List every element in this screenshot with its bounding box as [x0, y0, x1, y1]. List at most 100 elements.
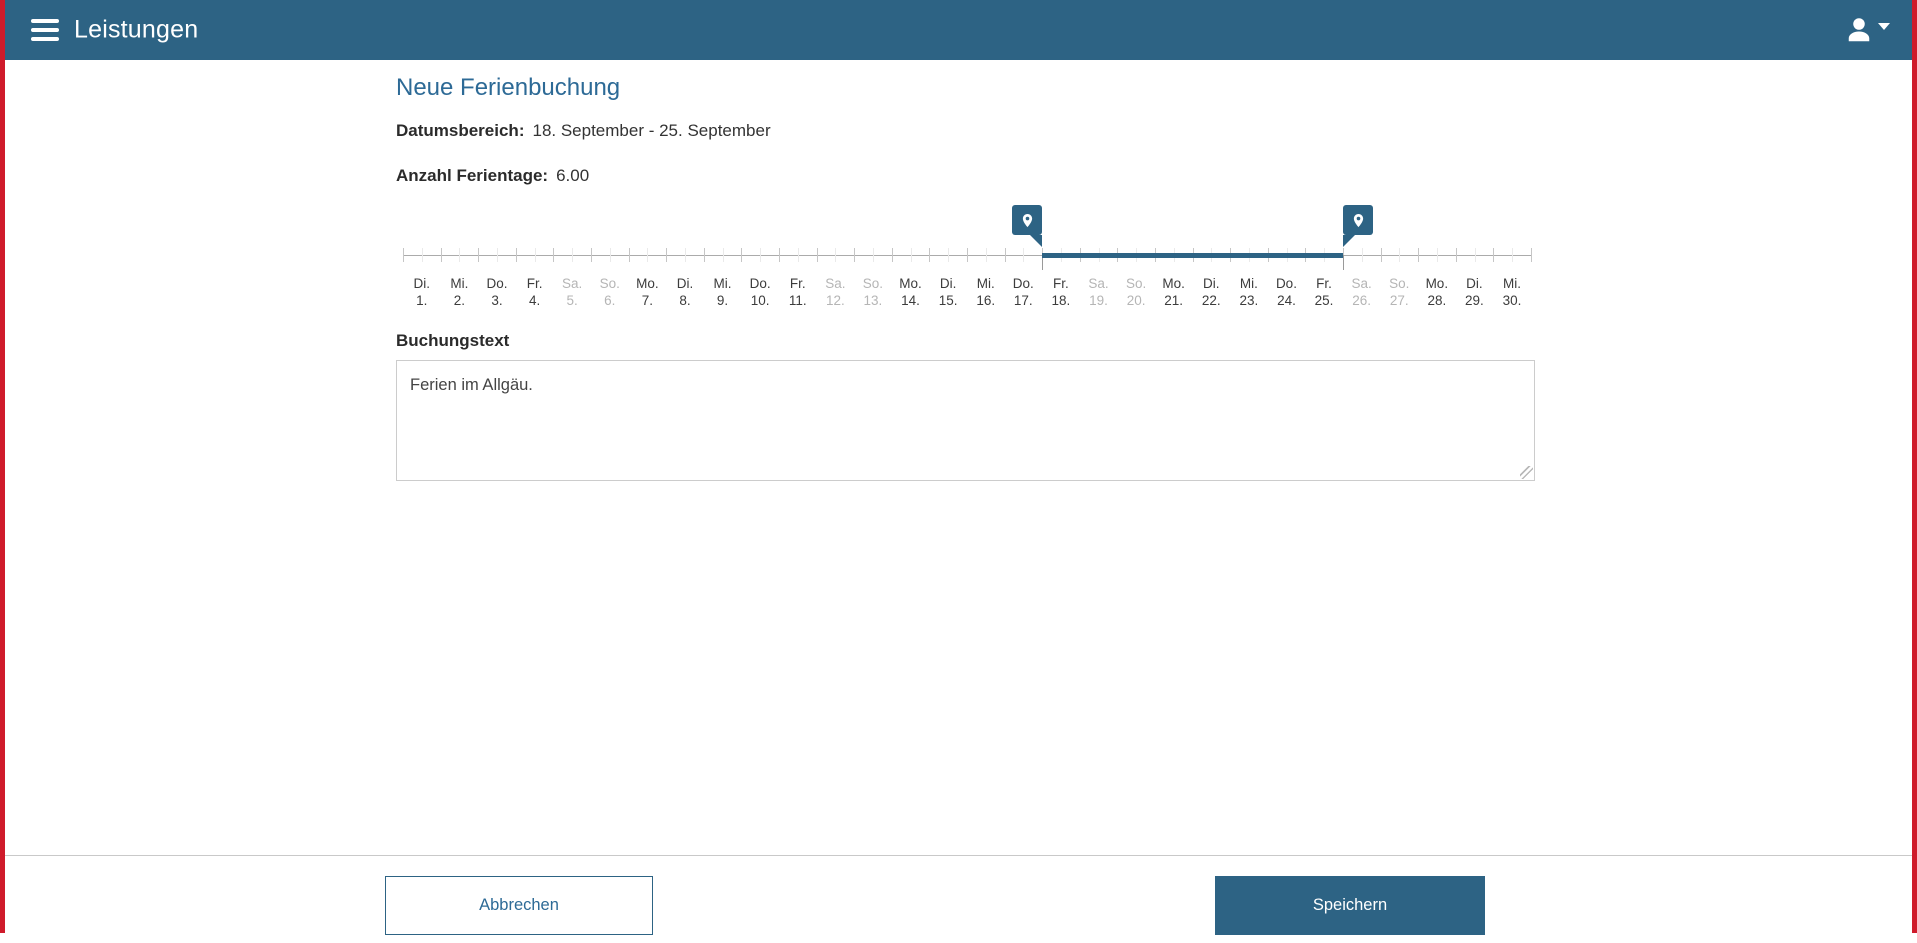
half-day-tick — [647, 248, 649, 262]
day-boundary-tick — [553, 248, 555, 262]
day-label: Di. 15. — [938, 276, 958, 308]
page-title: Neue Ferienbuchung — [396, 74, 621, 101]
date-slider[interactable]: Di. 1. Mi. 2. Do. 3. Fr. 4. Sa. 5. So. 6. Mo. 7. Di. 8.… — [403, 205, 1532, 311]
save-button[interactable]: Speichern — [1215, 876, 1485, 935]
day-label: Mi. 16. — [976, 276, 996, 308]
day-label: Mo. 28. — [1425, 276, 1449, 308]
range-start-handle[interactable] — [1012, 205, 1043, 247]
half-day-tick — [948, 248, 950, 262]
half-day-tick — [1474, 248, 1476, 262]
day-label: Sa. 19. — [1088, 276, 1109, 308]
user-icon — [1844, 15, 1874, 45]
day-label: Fr. 11. — [788, 276, 807, 308]
half-day-tick — [1023, 248, 1025, 262]
day-label: Do. 17. — [1012, 276, 1034, 308]
day-boundary-tick — [666, 248, 668, 262]
day-label: Mi. 30. — [1502, 276, 1522, 308]
day-label: So. 27. — [1389, 276, 1410, 308]
day-boundary-tick — [967, 248, 968, 262]
date-range-value: 18. September - 25. September — [532, 121, 771, 140]
half-day-tick — [609, 248, 611, 262]
half-day-tick — [1437, 248, 1438, 262]
day-boundary-tick — [816, 248, 818, 262]
day-label: Sa. 12. — [825, 276, 846, 308]
vacation-days-line: Anzahl Ferientage: 6.00 — [396, 166, 589, 186]
day-label: Di. 29. — [1465, 276, 1484, 308]
day-boundary-tick — [929, 248, 931, 262]
day-label: Mo. 14. — [899, 276, 922, 308]
booking-text-input[interactable]: Ferien im Allgäu. — [396, 360, 1535, 481]
day-label: Fr. 18. — [1051, 276, 1071, 308]
booking-text-label: Buchungstext — [396, 331, 510, 350]
menu-icon-bar — [31, 28, 59, 32]
slider-track[interactable] — [403, 248, 1532, 270]
day-boundary-tick — [403, 248, 404, 262]
day-label: Sa. 26. — [1351, 276, 1372, 308]
day-label: So. 13. — [862, 276, 884, 308]
day-boundary-tick — [1004, 248, 1006, 262]
half-day-tick — [534, 248, 536, 262]
menu-icon-bar — [31, 37, 59, 41]
day-boundary-tick — [1493, 248, 1495, 262]
day-label: Sa. 5. — [562, 276, 583, 308]
day-label: Do. 24. — [1275, 276, 1297, 308]
selection-end-tick — [1343, 255, 1344, 270]
app-title: Leistungen — [74, 15, 199, 44]
day-boundary-tick — [854, 248, 856, 262]
header-bar: Leistungen — [5, 0, 1912, 60]
user-menu[interactable] — [1844, 15, 1890, 45]
half-day-tick — [1512, 248, 1514, 262]
day-label: Di. 8. — [676, 276, 694, 308]
map-pin-icon — [1353, 213, 1363, 227]
day-label: So. 20. — [1125, 276, 1147, 308]
half-day-tick — [873, 248, 874, 262]
day-label: Mi. 9. — [713, 276, 732, 308]
half-day-tick — [985, 248, 987, 262]
half-day-tick — [1361, 248, 1363, 262]
day-boundary-tick — [1380, 248, 1382, 262]
day-label: So. 6. — [599, 276, 620, 308]
day-boundary-tick — [591, 248, 592, 262]
date-range-label: Datumsbereich: — [396, 121, 525, 140]
vacation-days-label: Anzahl Ferientage: — [396, 166, 549, 185]
day-label: Di. 22. — [1201, 276, 1221, 308]
half-day-tick — [497, 248, 498, 262]
day-boundary-tick — [891, 248, 893, 262]
half-day-tick — [760, 248, 762, 262]
chevron-down-icon — [1878, 23, 1890, 30]
booking-text-wrap: Ferien im Allgäu. — [396, 360, 1535, 481]
half-day-tick — [1399, 248, 1401, 262]
half-day-tick — [459, 248, 461, 262]
day-boundary-tick — [1455, 248, 1457, 262]
date-range-line: Datumsbereich: 18. September - 25. Septem… — [396, 121, 771, 141]
half-day-tick — [835, 248, 837, 262]
day-boundary-tick — [515, 248, 517, 262]
day-label: Mo. 7. — [636, 276, 659, 308]
selected-range-bar — [1042, 253, 1343, 258]
menu-icon-bar — [31, 19, 59, 23]
cancel-button[interactable]: Abbrechen — [385, 876, 653, 935]
day-label: Mi. 23. — [1239, 276, 1259, 308]
day-label: Mo. 21. — [1162, 276, 1185, 308]
day-labels-row: Di. 1. Mi. 2. Do. 3. Fr. 4. Sa. 5. So. 6. Mo. 7. Di. 8.… — [403, 275, 1531, 309]
day-boundary-tick — [440, 248, 442, 262]
half-day-tick — [421, 248, 423, 262]
day-boundary-tick — [478, 248, 480, 262]
day-label: Fr. 25. — [1314, 276, 1334, 308]
half-day-tick — [722, 248, 724, 262]
day-boundary-tick — [628, 248, 630, 262]
app-window: Leistungen Neue Ferienbuchung Datumsbere… — [0, 0, 1917, 935]
day-label: Fr. 4. — [526, 276, 543, 308]
day-boundary-tick — [779, 248, 780, 262]
day-label: Do. 3. — [486, 276, 508, 308]
half-day-tick — [685, 248, 686, 262]
day-label: Di. 1. — [413, 276, 431, 308]
day-boundary-tick — [741, 248, 743, 262]
menu-icon[interactable] — [31, 19, 59, 41]
day-boundary-tick — [1531, 248, 1532, 262]
vacation-days-value: 6.00 — [556, 166, 590, 185]
day-boundary-tick — [703, 248, 705, 262]
day-label: Mi. 2. — [450, 276, 469, 308]
range-end-handle[interactable] — [1343, 205, 1373, 247]
half-day-tick — [910, 248, 912, 262]
